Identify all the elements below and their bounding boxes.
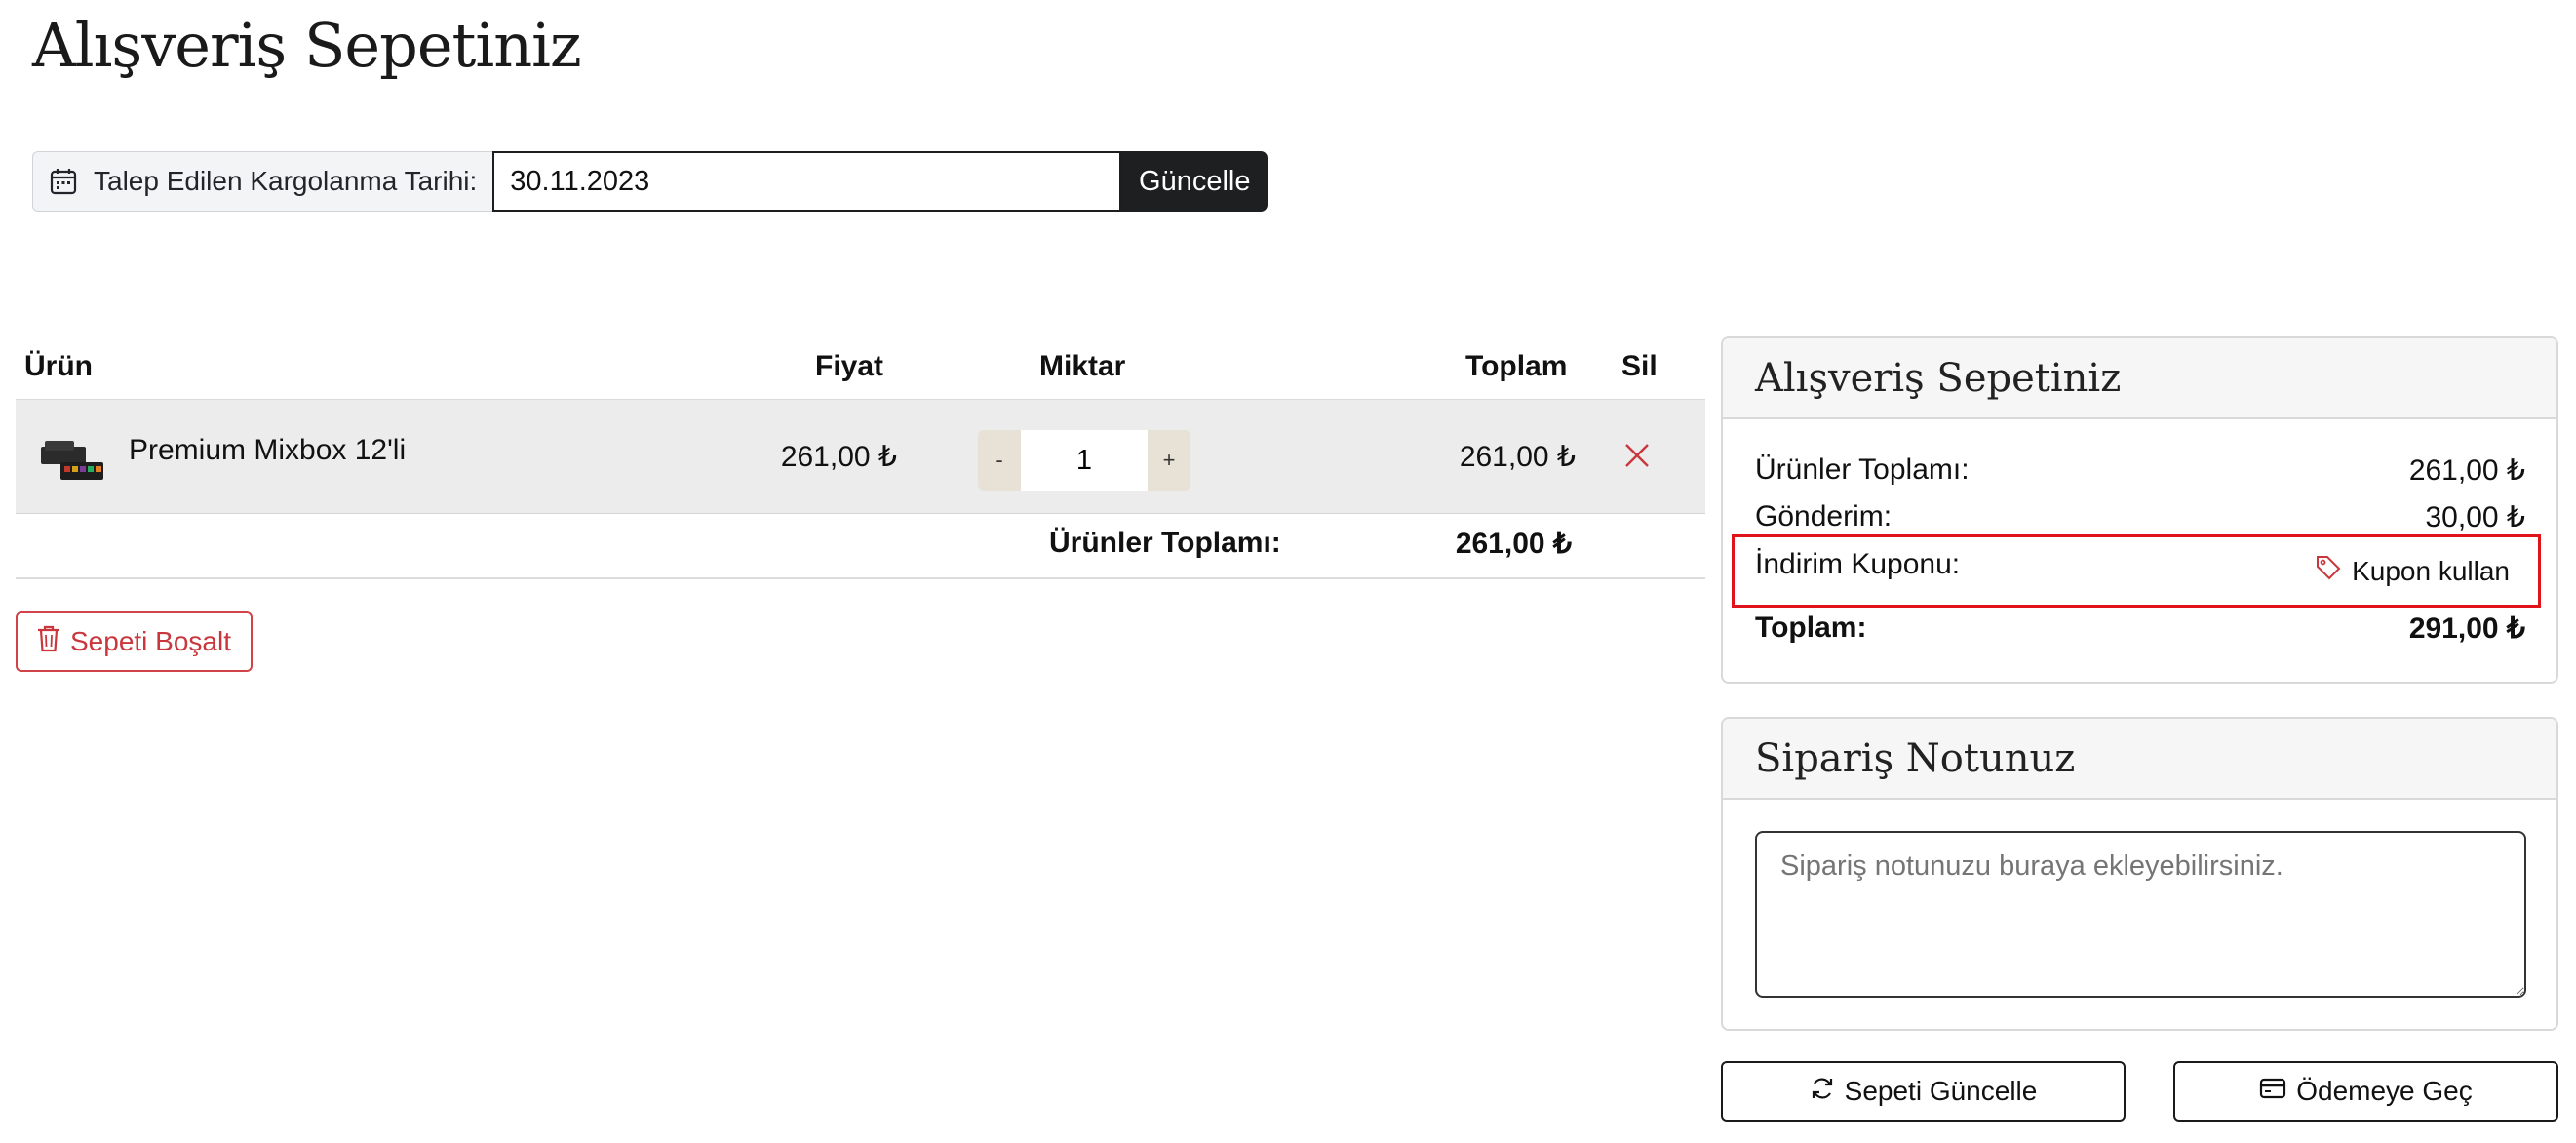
product-line-total: 261,00 ₺ — [1459, 441, 1576, 473]
update-cart-label: Sepeti Güncelle — [1844, 1076, 2038, 1106]
subtotal-value: 261,00 ₺ — [1455, 528, 1572, 560]
shipping-date-input[interactable] — [492, 151, 1122, 212]
header-product: Ürün — [24, 350, 93, 382]
product-name[interactable]: Premium Mixbox 12'li — [129, 434, 406, 467]
trash-icon — [37, 625, 60, 659]
credit-card-icon — [2259, 1076, 2286, 1107]
update-cart-button[interactable]: Sepeti Güncelle — [1721, 1061, 2126, 1122]
empty-cart-label: Sepeti Boşalt — [70, 626, 231, 656]
product-thumbnail — [39, 437, 107, 484]
summary-coupon-row: İndirim Kuponu: Kupon kullan — [1755, 548, 2510, 588]
page-title: Alışveriş Sepetiniz — [32, 10, 582, 81]
summary-products-value: 261,00 ₺ — [2408, 454, 2525, 487]
summary-title: Alışveriş Sepetiniz — [1723, 338, 2556, 419]
summary-total-row: Toplam: 291,00 ₺ — [1755, 611, 2525, 646]
quantity-stepper: - + — [978, 430, 1190, 491]
summary-products-label: Ürünler Toplamı: — [1755, 453, 1970, 486]
decrement-button[interactable]: - — [978, 430, 1021, 491]
order-note-textarea[interactable] — [1755, 831, 2526, 998]
header-delete: Sil — [1621, 350, 1658, 382]
refresh-icon — [1810, 1076, 1835, 1108]
shipping-date-group: Talep Edilen Kargolanma Tarihi: Güncelle — [32, 151, 1268, 212]
header-price: Fiyat — [815, 350, 884, 382]
quantity-input[interactable] — [1021, 430, 1148, 491]
summary-products-row: Ürünler Toplamı: 261,00 ₺ — [1755, 453, 2525, 488]
order-note-card: Sipariş Notunuz — [1721, 717, 2558, 1031]
shipping-date-label-box: Talep Edilen Kargolanma Tarihi: — [32, 151, 493, 212]
empty-cart-button[interactable]: Sepeti Boşalt — [16, 611, 253, 672]
checkout-label: Ödemeye Geç — [2296, 1076, 2473, 1106]
calendar-icon — [49, 167, 78, 196]
update-date-button[interactable]: Güncelle — [1121, 151, 1268, 212]
subtotal-label: Ürünler Toplamı: — [1049, 527, 1281, 559]
cart-summary-card: Alışveriş Sepetiniz Ürünler Toplamı: 261… — [1721, 336, 2558, 684]
summary-shipping-row: Gönderim: 30,00 ₺ — [1755, 500, 2525, 534]
summary-total-label: Toplam: — [1755, 611, 1867, 644]
header-total: Toplam — [1465, 350, 1568, 382]
tag-icon — [2315, 554, 2342, 588]
summary-total-value: 291,00 ₺ — [2408, 612, 2525, 645]
table-row: Premium Mixbox 12'li 261,00 ₺ - + 261,00… — [16, 399, 1705, 514]
summary-coupon-label: İndirim Kuponu: — [1755, 548, 1961, 580]
use-coupon-label: Kupon kullan — [2352, 555, 2510, 586]
remove-item-icon[interactable] — [1622, 441, 1652, 470]
use-coupon-link[interactable]: Kupon kullan — [2315, 554, 2510, 588]
checkout-button[interactable]: Ödemeye Geç — [2173, 1061, 2558, 1122]
product-price: 261,00 ₺ — [780, 441, 897, 473]
shipping-date-label: Talep Edilen Kargolanma Tarihi: — [94, 166, 478, 196]
table-divider — [16, 577, 1705, 579]
increment-button[interactable]: + — [1148, 430, 1190, 491]
summary-shipping-value: 30,00 ₺ — [2425, 501, 2526, 533]
header-quantity: Miktar — [1039, 350, 1126, 382]
order-note-title: Sipariş Notunuz — [1723, 719, 2556, 800]
summary-shipping-label: Gönderim: — [1755, 500, 1893, 532]
